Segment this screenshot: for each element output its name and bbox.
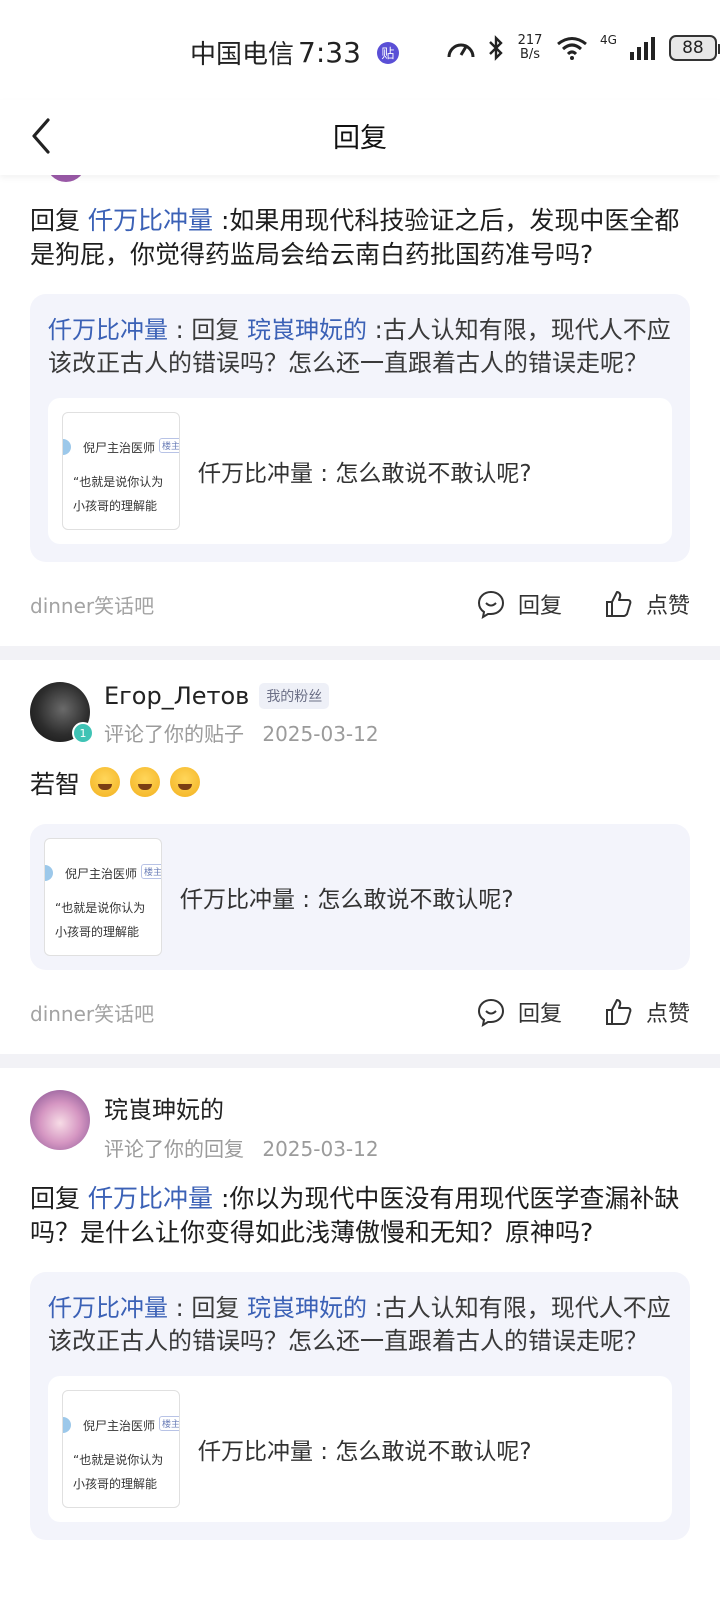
like-button[interactable]: 点赞 — [604, 996, 690, 1028]
post-thumbnail: 倪尸主治医师 楼主 “也就是说你认为 小孩哥的理解能 — [44, 838, 162, 956]
activity-line: 评论了你的贴子 2025-03-12 — [104, 722, 379, 746]
mention-link[interactable]: 仟万比冲量 — [48, 316, 168, 344]
thumbs-up-icon — [605, 591, 632, 617]
post-title: 仟万比冲量 : 怎么敢说不敢认呢? — [198, 1439, 532, 1465]
sweat-grin-emoji-icon — [89, 767, 120, 797]
user-row: 琓崀珅妧的 评论了你的回复 2025-03-12 — [30, 1068, 690, 1162]
network-type: 4G — [600, 33, 617, 47]
signal-icon — [629, 37, 655, 60]
activity-line: 评论了你的回复 2025-03-12 — [104, 1137, 379, 1161]
timestamp: 2025-03-12 — [262, 1137, 379, 1161]
thumbs-up-icon — [605, 999, 632, 1025]
card-footer: dinner笑话吧 回复 点赞 — [30, 562, 690, 646]
user-row: 1 Егор_Летов 我的粉丝 评论了你的贴子 2025-03-12 — [30, 660, 690, 747]
avatar — [63, 1417, 71, 1433]
original-post[interactable]: 倪尸主治医师 楼主 “也就是说你认为 小孩哥的理解能 仟万比冲量 : 怎么敢说不… — [48, 398, 672, 544]
like-button[interactable]: 点赞 — [604, 588, 690, 620]
mention-link[interactable]: 琓崀珅妧的 — [247, 316, 367, 344]
mention-link[interactable]: 仟万比冲量 — [88, 206, 213, 235]
username[interactable]: Егор_Летов 我的粉丝 — [104, 682, 379, 710]
post-thumbnail: 倪尸主治医师 楼主 “也就是说你认为 小孩哥的理解能 — [62, 412, 180, 530]
avatar[interactable]: 1 — [30, 682, 94, 744]
comment-text[interactable]: 回复 仟万比冲量 :你以为现代中医没有用现代医学查漏补缺吗？是什么让你变得如此浅… — [30, 1182, 690, 1250]
avatar[interactable] — [30, 1090, 90, 1150]
divider — [0, 1054, 720, 1068]
clock: 7:33 — [298, 36, 361, 69]
avatar — [63, 439, 71, 455]
notification-card: 回复 仟万比冲量 :如果用现代科技验证之后，发现中医全都是狗屁，你觉得药监局会给… — [0, 204, 720, 646]
owner-tag: 楼主 — [159, 438, 179, 453]
quoted-reply[interactable]: 仟万比冲量 : 回复 琓崀珅妧的 :古人认知有限，现代人不应该改正古人的错误吗？… — [30, 1272, 690, 1540]
original-post[interactable]: 倪尸主治医师 楼主 “也就是说你认为 小孩哥的理解能 仟万比冲量 : 怎么敢说不… — [30, 824, 690, 970]
comment-icon — [477, 998, 504, 1027]
reply-button[interactable]: 回复 — [476, 588, 562, 620]
sweat-grin-emoji-icon — [129, 767, 160, 797]
carrier-label: 中国电信 — [190, 40, 295, 70]
comment-text[interactable]: 回复 仟万比冲量 :如果用现代科技验证之后，发现中医全都是狗屁，你觉得药监局会给… — [30, 204, 690, 272]
status-right: 217 B/s 4G 88 — [446, 33, 720, 62]
avatar — [45, 865, 53, 881]
nav-header: 回复 — [0, 100, 720, 175]
timestamp: 2025-03-12 — [262, 722, 379, 746]
sweat-grin-emoji-icon — [169, 767, 200, 797]
post-thumbnail: 倪尸主治医师 楼主 “也就是说你认为 小孩哥的理解能 — [62, 1390, 180, 1508]
page-title: 回复 — [333, 123, 387, 154]
quoted-reply[interactable]: 仟万比冲量 : 回复 琓崀珅妧的 :古人认知有限，现代人不应该改正古人的错误吗？… — [30, 294, 690, 562]
quote-text: 仟万比冲量 : 回复 琓崀珅妧的 :古人认知有限，现代人不应该改正古人的错误吗？… — [48, 1294, 671, 1355]
owner-tag: 楼主 — [159, 1416, 179, 1431]
status-bar: 中国电信 7:33 贴 217 B/s 4G 88 — [0, 0, 720, 100]
status-left: 中国电信 7:33 贴 — [190, 34, 399, 71]
mention-link[interactable]: 琓崀珅妧的 — [247, 1294, 367, 1322]
owner-tag: 楼主 — [141, 864, 161, 879]
notification-list[interactable]: 回复 仟万比冲量 :如果用现代科技验证之后，发现中医全都是狗屁，你觉得药监局会给… — [0, 182, 720, 1540]
speedometer-icon — [447, 43, 475, 58]
comment-text[interactable]: 若智 — [30, 767, 690, 802]
notification-card: 琓崀珅妧的 评论了你的回复 2025-03-12 回复 仟万比冲量 :你以为现代… — [0, 1068, 720, 1540]
mention-link[interactable]: 仟万比冲量 — [88, 1184, 213, 1213]
quote-text: 仟万比冲量 : 回复 琓崀珅妧的 :古人认知有限，现代人不应该改正古人的错误吗？… — [48, 316, 671, 377]
divider — [0, 646, 720, 660]
battery-icon: 88 — [668, 35, 720, 61]
forum-link[interactable]: dinner笑话吧 — [30, 590, 154, 619]
app-notification-icon: 贴 — [376, 41, 399, 64]
bluetooth-icon — [489, 35, 503, 61]
fan-tag: 我的粉丝 — [259, 683, 330, 709]
original-post[interactable]: 倪尸主治医师 楼主 “也就是说你认为 小孩哥的理解能 仟万比冲量 : 怎么敢说不… — [48, 1376, 672, 1522]
level-badge: 1 — [72, 722, 94, 744]
post-title: 仟万比冲量 : 怎么敢说不敢认呢? — [180, 887, 514, 913]
post-title: 仟万比冲量 : 怎么敢说不敢认呢? — [198, 461, 532, 487]
comment-icon — [477, 590, 504, 619]
card-footer: dinner笑话吧 回复 点赞 — [30, 970, 690, 1054]
wifi-icon — [557, 37, 587, 60]
username[interactable]: 琓崀珅妧的 — [104, 1090, 379, 1125]
mention-link[interactable]: 仟万比冲量 — [48, 1294, 168, 1322]
notification-card: 1 Егор_Летов 我的粉丝 评论了你的贴子 2025-03-12 若智 — [0, 660, 720, 1054]
net-speed: 217 B/s — [517, 33, 543, 62]
reply-button[interactable]: 回复 — [476, 996, 562, 1028]
forum-link[interactable]: dinner笑话吧 — [30, 998, 154, 1027]
